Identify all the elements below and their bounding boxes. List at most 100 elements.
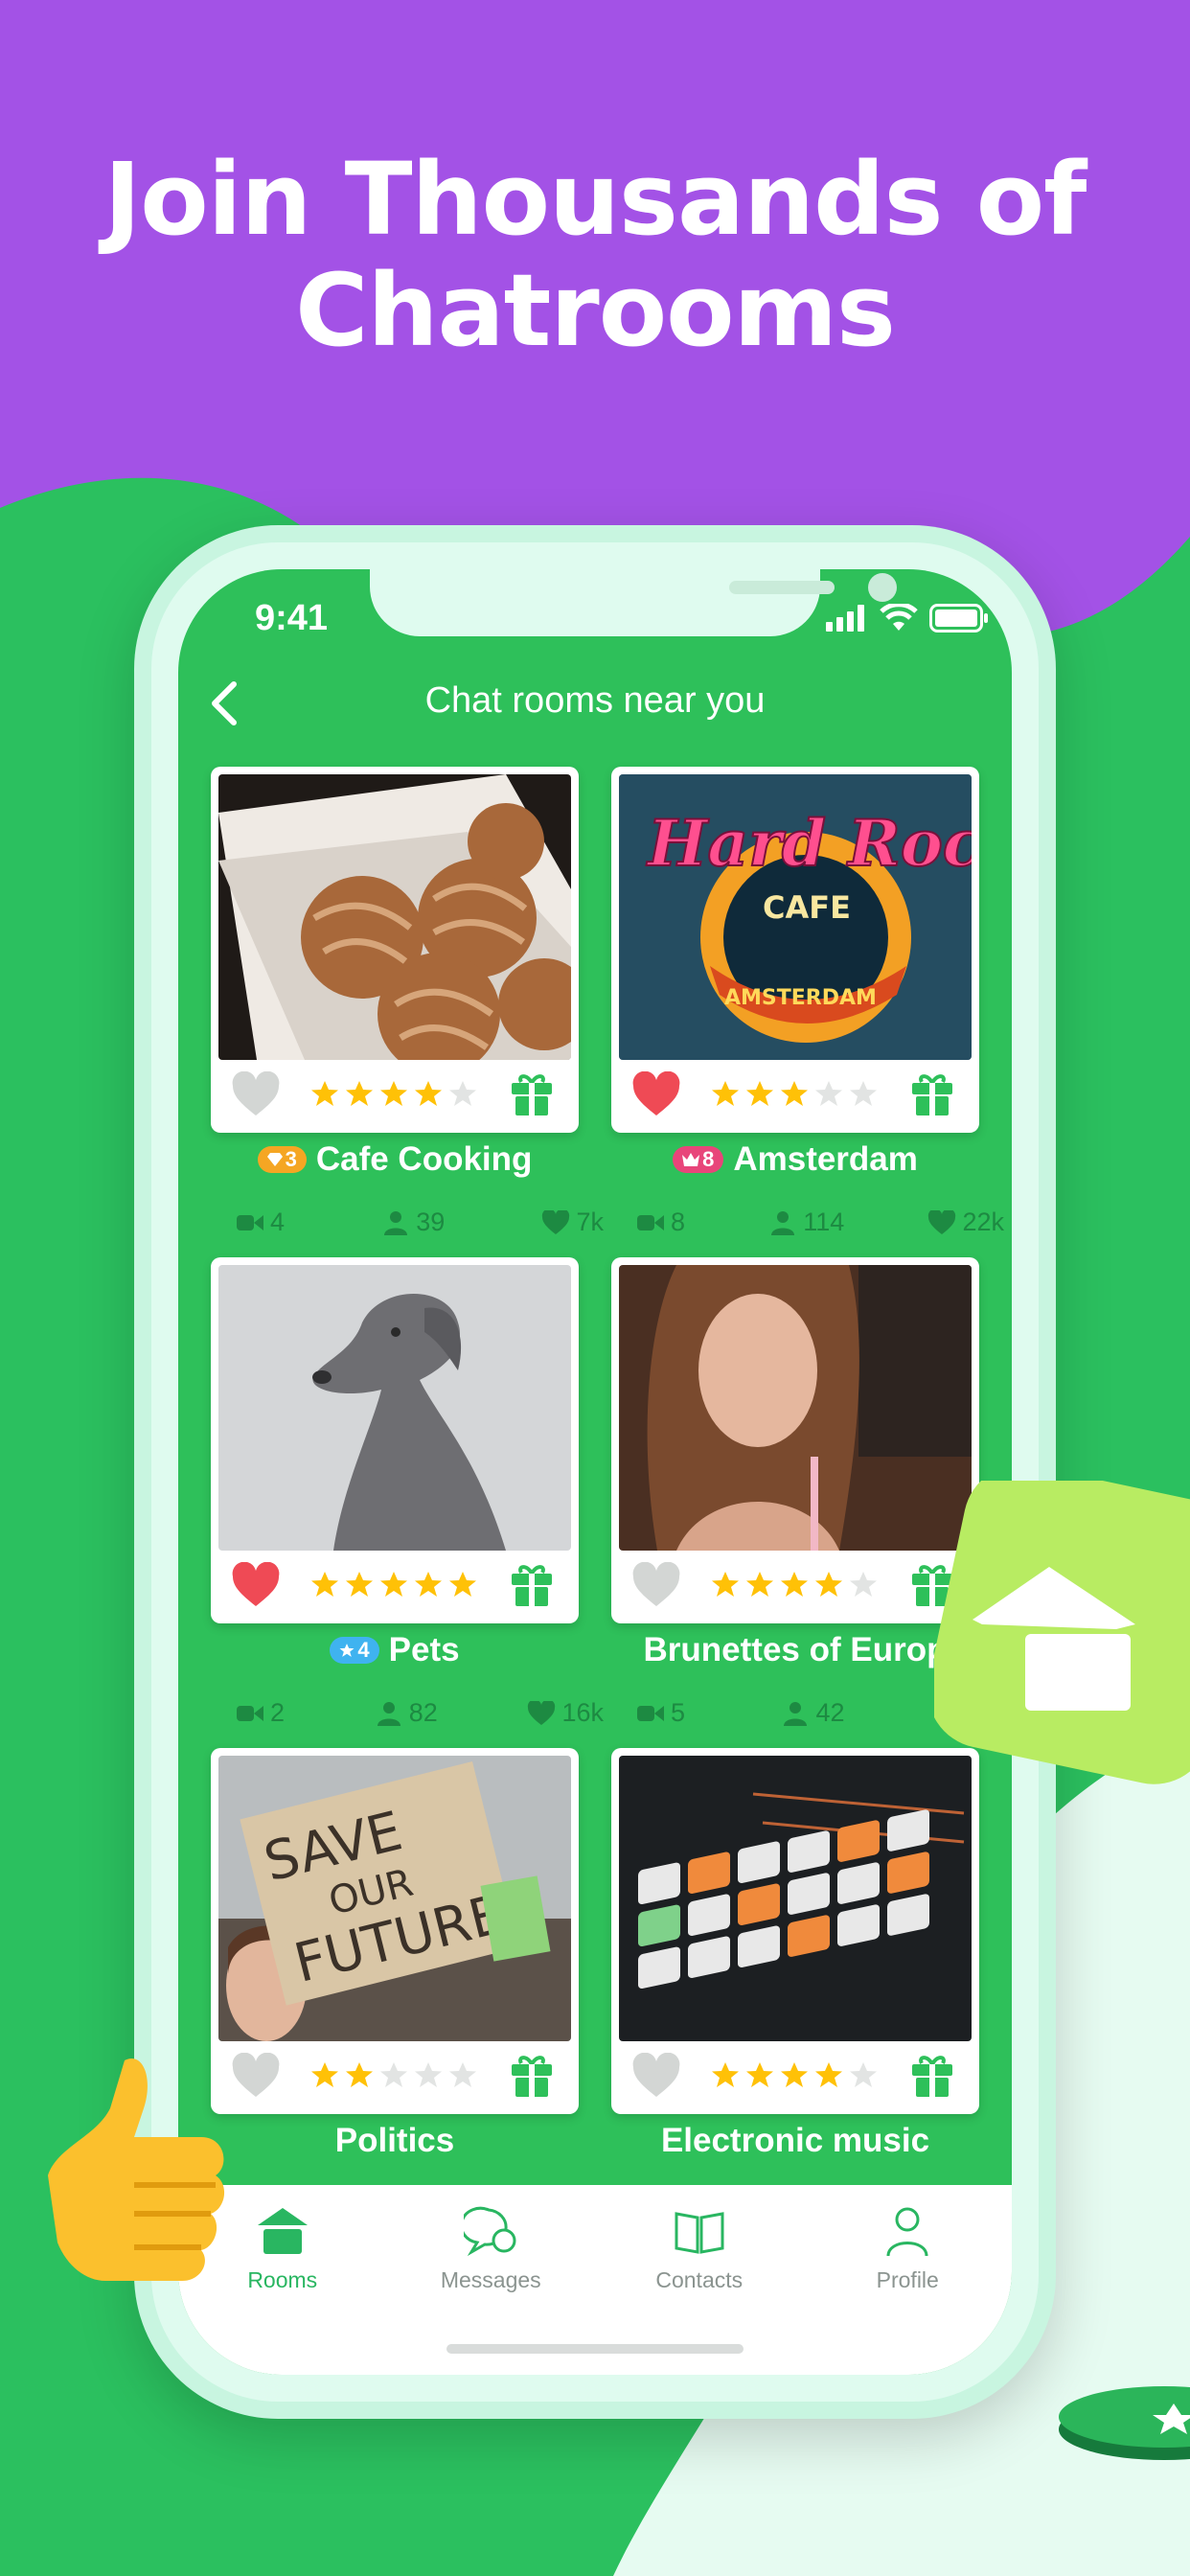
badge-count: 8 — [702, 1147, 715, 1171]
battery-icon — [929, 604, 988, 632]
star-empty-icon — [415, 2062, 442, 2087]
gift-icon[interactable] — [908, 1071, 956, 1119]
room-card-cafe-cooking[interactable] — [211, 767, 579, 1133]
room-card-politics[interactable]: SAVE OUR FUTURE — [211, 1748, 579, 2114]
room-photo-hard-rock-cafe-sign: Hard Rock CAFE AMSTERDAM — [619, 774, 972, 1060]
gift-icon[interactable] — [508, 1071, 556, 1119]
star-empty-icon — [380, 2062, 407, 2087]
likes-stat: 7k — [541, 1208, 604, 1237]
likes-stat: 16k — [527, 1698, 604, 1728]
members-stat: 39 — [381, 1208, 445, 1237]
page-title: Chat rooms near you — [424, 680, 766, 721]
heart-icon[interactable] — [230, 1562, 282, 1610]
star-empty-icon — [850, 1572, 877, 1597]
room-card-pets[interactable] — [211, 1257, 579, 1623]
gift-icon[interactable] — [508, 2053, 556, 2101]
speaker-grille — [729, 581, 835, 594]
book-icon — [675, 2212, 724, 2254]
diamond-icon — [266, 1153, 283, 1166]
star-empty-icon — [449, 2062, 476, 2087]
room-stats: 4 39 7k — [236, 1208, 604, 1237]
crown-icon — [682, 1153, 700, 1166]
level-badge: 8 — [673, 1146, 724, 1173]
star-icon — [815, 2062, 842, 2087]
headline-line-2: Chatrooms — [295, 252, 896, 369]
person-icon — [886, 2207, 928, 2257]
status-icons — [826, 604, 989, 632]
heart-icon[interactable] — [630, 1562, 682, 1610]
heart-icon[interactable] — [630, 2053, 682, 2101]
star-empty-icon — [850, 1081, 877, 1106]
star-icon — [746, 2062, 773, 2087]
rating-stars — [711, 1570, 878, 1598]
chat-bubbles-icon — [464, 2206, 516, 2257]
person-icon — [771, 1210, 795, 1235]
rating-stars — [310, 1570, 477, 1598]
front-camera — [868, 573, 897, 602]
star-icon — [311, 2062, 338, 2087]
level-badge: 4 — [330, 1637, 379, 1664]
promo-headline: Join Thousands of Chatrooms — [0, 144, 1190, 366]
badge-count: 3 — [285, 1147, 297, 1171]
room-title[interactable]: 4 Pets — [194, 1631, 596, 1669]
star-icon — [712, 1572, 739, 1597]
star-icon — [311, 1081, 338, 1106]
room-stats: 2 82 16k — [236, 1698, 604, 1728]
signal-icon — [826, 605, 864, 632]
room-name: Cafe Cooking — [315, 1140, 533, 1178]
video-camera-icon — [637, 1214, 664, 1230]
star-icon — [415, 1572, 442, 1597]
house-icon — [257, 2208, 308, 2254]
likes-stat: 22k — [927, 1208, 1004, 1237]
svg-text:AMSTERDAM: AMSTERDAM — [724, 986, 877, 1010]
wifi-icon — [880, 604, 918, 631]
room-card-amsterdam[interactable]: Hard Rock CAFE AMSTERDAM — [611, 767, 979, 1133]
tab-label: Contacts — [655, 2267, 744, 2292]
thumbs-up-icon — [48, 2058, 225, 2281]
star-icon — [380, 1572, 407, 1597]
room-photo-woman-portrait — [619, 1265, 972, 1551]
rating-stars — [310, 2060, 477, 2089]
tab-profile[interactable]: Profile — [804, 2185, 1013, 2375]
coin-icon — [1059, 2386, 1190, 2460]
gift-icon[interactable] — [508, 1562, 556, 1610]
tab-label: Profile — [876, 2267, 939, 2292]
rating-stars — [711, 1079, 878, 1108]
room-title[interactable]: Electronic music — [594, 2122, 996, 2160]
room-title[interactable]: Politics — [194, 2122, 596, 2160]
star-icon — [746, 1081, 773, 1106]
star-icon — [712, 1081, 739, 1106]
video-stat: 5 — [636, 1698, 685, 1728]
star-icon — [815, 1572, 842, 1597]
room-name: Pets — [388, 1631, 460, 1668]
star-icon — [380, 1081, 407, 1106]
heart-icon[interactable] — [630, 1071, 682, 1119]
star-icon — [746, 1572, 773, 1597]
heart-icon — [528, 1700, 556, 1725]
rating-stars — [711, 2060, 878, 2089]
room-title[interactable]: 3 Cafe Cooking — [194, 1140, 596, 1179]
room-photo-drum-pad — [619, 1756, 972, 2041]
tab-label: Rooms — [247, 2267, 318, 2292]
room-card-electronic-music[interactable] — [611, 1748, 979, 2114]
room-title[interactable]: 8 Amsterdam — [594, 1140, 996, 1179]
heart-icon[interactable] — [230, 1071, 282, 1119]
room-card-brunettes-of-europe[interactable] — [611, 1257, 979, 1623]
room-photo-cinnamon-rolls — [218, 774, 571, 1060]
star-icon — [415, 1081, 442, 1106]
video-camera-icon — [237, 1214, 263, 1230]
star-icon — [781, 1572, 808, 1597]
video-stat: 2 — [236, 1698, 285, 1728]
home-indicator[interactable] — [446, 2344, 744, 2354]
badge-count: 4 — [357, 1638, 370, 1662]
headline-line-1: Join Thousands of — [103, 141, 1087, 258]
tab-label: Messages — [440, 2267, 541, 2292]
svg-text:Hard Rock: Hard Rock — [646, 806, 972, 881]
room-name: Brunettes of Europ — [643, 1631, 948, 1668]
star-icon — [346, 1572, 373, 1597]
star-empty-icon — [449, 1081, 476, 1106]
gift-icon[interactable] — [908, 2053, 956, 2101]
star-empty-icon — [850, 2062, 877, 2087]
star-empty-icon — [815, 1081, 842, 1106]
members-stat: 42 — [781, 1698, 845, 1728]
